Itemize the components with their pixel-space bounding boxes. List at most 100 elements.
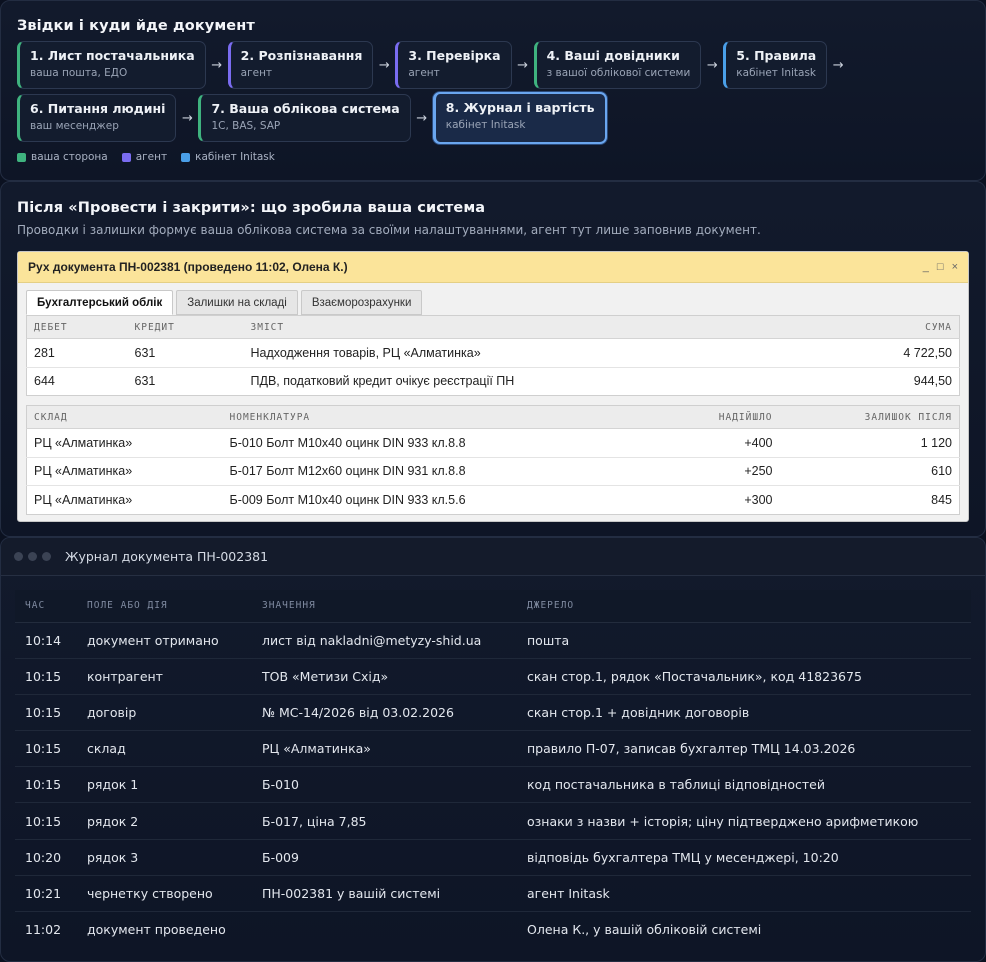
arrow-right-icon: → <box>517 57 529 73</box>
document-movement-window: Рух документа ПН-002381 (проведено 11:02… <box>17 251 969 522</box>
table-row[interactable]: 10:15 рядок 2 Б-017, ціна 7,85 ознаки з … <box>15 802 971 840</box>
table-row[interactable]: 10:15 склад РЦ «Алматинка» правило П-07,… <box>15 730 971 768</box>
step-subtitle: агент <box>408 67 440 79</box>
cell-warehouse: РЦ «Алматинка» <box>26 456 223 486</box>
col-sum: СУМА <box>809 315 960 339</box>
arrow-right-icon: → <box>378 57 390 73</box>
flow-row-2: 6. Питання людині ваш месенджер → 7. Ваш… <box>17 92 969 144</box>
cell-time: 10:15 <box>15 658 77 695</box>
document-journal-panel: Журнал документа ПН-002381 ЧАС ПОЛЕ АБО … <box>0 537 986 962</box>
flow-row-1: 1. Лист постачальника ваша пошта, ЕДО → … <box>17 41 969 89</box>
tab-stock[interactable]: Залишки на складі <box>176 290 298 315</box>
table-header-row: ДЕБЕТ КРЕДИТ ЗМІСТ СУМА <box>26 315 960 339</box>
cell-item: Б-010 Болт М10х40 оцинк DIN 933 кл.8.8 <box>229 435 466 450</box>
window-titlebar: Рух документа ПН-002381 (проведено 11:02… <box>18 252 968 283</box>
cell-value: Б-010 <box>252 766 517 804</box>
table-row[interactable]: 11:02 документ проведено Олена К., у ваш… <box>15 912 971 948</box>
cell-source: відповідь бухгалтера ТМЦ у месенджері, 1… <box>517 839 971 876</box>
close-icon[interactable]: × <box>952 261 958 273</box>
legend-item-your-side: ваша сторона <box>17 151 108 163</box>
cell-warehouse: РЦ «Алматинка» <box>34 435 133 450</box>
table-row[interactable]: 281 631 Надходження товарів, РЦ «Алматин… <box>27 339 960 368</box>
cell-sum: 4 722,50 <box>903 345 952 360</box>
journal-table: ЧАС ПОЛЕ АБО ДІЯ ЗНАЧЕННЯ ДЖЕРЕЛО 10:14 … <box>15 590 971 948</box>
flow-step-verification[interactable]: 3. Перевірка агент <box>395 41 512 89</box>
cell-received: +300 <box>669 485 780 514</box>
flow-step-journal-cost[interactable]: 8. Журнал і вартість кабінет Initask <box>432 92 607 144</box>
table-row[interactable]: РЦ «Алматинка» Б-017 Болт М12х60 оцинк D… <box>26 456 960 486</box>
minimize-icon[interactable]: _ <box>923 261 929 273</box>
legend-item-agent: агент <box>121 151 168 163</box>
window-dot-icon <box>28 552 37 561</box>
tab-accounting[interactable]: Бухгалтерський облік <box>26 290 174 315</box>
cell-content: Надходження товарів, РЦ «Алматинка» <box>250 345 481 360</box>
legend-item-cabinet: кабінет Initask <box>181 151 275 163</box>
cell-source: правило П-07, записав бухгалтер ТМЦ 14.0… <box>517 730 971 768</box>
step-title: 7. Ваша облікова система <box>211 101 400 116</box>
step-subtitle: агент <box>240 67 273 79</box>
table-row[interactable]: 644 631 ПДВ, податковий кредит очікує ре… <box>26 366 960 396</box>
cell-source: ознаки з назви + історія; ціну підтвердж… <box>517 802 971 840</box>
window-dot-icon <box>42 552 51 561</box>
cell-time: 10:15 <box>15 730 77 768</box>
cell-credit: 631 <box>127 366 244 396</box>
table-header-row: СКЛАД НОМЕНКЛАТУРА НАДІЙШЛО ЗАЛИШОК ПІСЛ… <box>26 405 960 429</box>
cell-balance-after: 610 <box>779 456 960 486</box>
flow-step-recognition[interactable]: 2. Розпізнавання агент <box>227 41 374 89</box>
arrow-right-icon: → <box>181 110 193 126</box>
legend-swatch <box>181 152 191 162</box>
step-title: 5. Правила <box>736 48 817 63</box>
flow-step-human-question[interactable]: 6. Питання людині ваш месенджер <box>17 94 177 142</box>
step-subtitle: кабінет Initask <box>445 119 526 131</box>
step-subtitle: 1С, BAS, SAP <box>211 120 281 132</box>
col-item: НОМЕНКЛАТУРА <box>222 405 670 429</box>
table-row[interactable]: 10:20 рядок 3 Б-009 відповідь бухгалтера… <box>15 839 971 876</box>
flow-step-directories[interactable]: 4. Ваші довідники з вашої облікової сист… <box>533 41 702 89</box>
table-row[interactable]: 10:15 рядок 1 Б-010 код постачальника в … <box>15 766 971 804</box>
cell-value: Б-009 <box>252 839 517 876</box>
cell-debit: 281 <box>34 345 55 360</box>
flow-step-rules[interactable]: 5. Правила кабінет Initask <box>723 41 828 89</box>
flow-legend: ваша сторона агент кабінет Initask <box>17 151 969 163</box>
table-row[interactable]: 10:21 чернетку створено ПН-002381 у ваші… <box>15 875 971 913</box>
table-row[interactable]: РЦ «Алматинка» Б-009 Болт М10х40 оцинк D… <box>26 485 960 514</box>
cell-source: скан стор.1, рядок «Постачальник», код 4… <box>517 658 971 695</box>
cell-time: 10:15 <box>15 766 77 804</box>
flow-step-accounting-system[interactable]: 7. Ваша облікова система 1С, BAS, SAP <box>198 94 411 142</box>
flow-step-supplier-letter[interactable]: 1. Лист постачальника ваша пошта, ЕДО <box>17 41 206 89</box>
col-credit: КРЕДИТ <box>127 315 244 339</box>
cell-credit: 631 <box>134 345 156 360</box>
cell-time: 10:14 <box>15 622 77 659</box>
flow-title: Звідки і куди йде документ <box>17 18 255 34</box>
cell-source: Олена К., у вашій обліковій системі <box>527 922 762 938</box>
document-flow-panel: Звідки і куди йде документ 1. Лист поста… <box>0 0 986 181</box>
legend-label: кабінет Initask <box>195 151 275 163</box>
table-row[interactable]: 10:15 контрагент ТОВ «Метизи Схід» скан … <box>15 658 971 695</box>
cell-balance-after: 845 <box>779 485 960 514</box>
tab-settlements[interactable]: Взаєморозрахунки <box>300 290 423 315</box>
cell-field: рядок 3 <box>77 839 252 876</box>
cell-source: код постачальника в таблиці відповідност… <box>517 766 971 804</box>
cell-field: склад <box>77 730 252 768</box>
step-subtitle: ваша пошта, ЕДО <box>30 67 128 79</box>
legend-label: агент <box>135 151 168 163</box>
cell-sum: 944,50 <box>809 366 960 396</box>
step-title: 4. Ваші довідники <box>546 48 680 63</box>
col-debit: ДЕБЕТ <box>26 315 128 339</box>
maximize-icon[interactable]: □ <box>937 261 944 273</box>
table-header-row: ЧАС ПОЛЕ АБО ДІЯ ЗНАЧЕННЯ ДЖЕРЕЛО <box>15 590 971 623</box>
cell-value: лист від nakladni@metyzy-shid.ua <box>252 622 517 659</box>
cell-value <box>252 912 517 948</box>
table-row[interactable]: РЦ «Алматинка» Б-010 Болт М10х40 оцинк D… <box>27 429 960 458</box>
step-title: 8. Журнал і вартість <box>445 100 595 115</box>
col-time: ЧАС <box>15 590 77 623</box>
after-posting-panel: Після «Провести і закрити»: що зробила в… <box>0 181 986 537</box>
entries-table: ДЕБЕТ КРЕДИТ ЗМІСТ СУМА 281 631 Надходже… <box>26 315 960 396</box>
cell-field: рядок 1 <box>77 766 252 804</box>
table-row[interactable]: 10:15 договір № МС-14/2026 від 03.02.202… <box>15 694 971 732</box>
after-title: Після «Провести і закрити»: що зробила в… <box>17 200 486 216</box>
table-row[interactable]: 10:14 документ отримано лист від nakladn… <box>15 622 971 659</box>
cell-item: Б-009 Болт М10х40 оцинк DIN 933 кл.5.6 <box>222 485 670 514</box>
cell-value: РЦ «Алматинка» <box>252 730 517 768</box>
arrow-right-icon: → <box>832 57 844 73</box>
